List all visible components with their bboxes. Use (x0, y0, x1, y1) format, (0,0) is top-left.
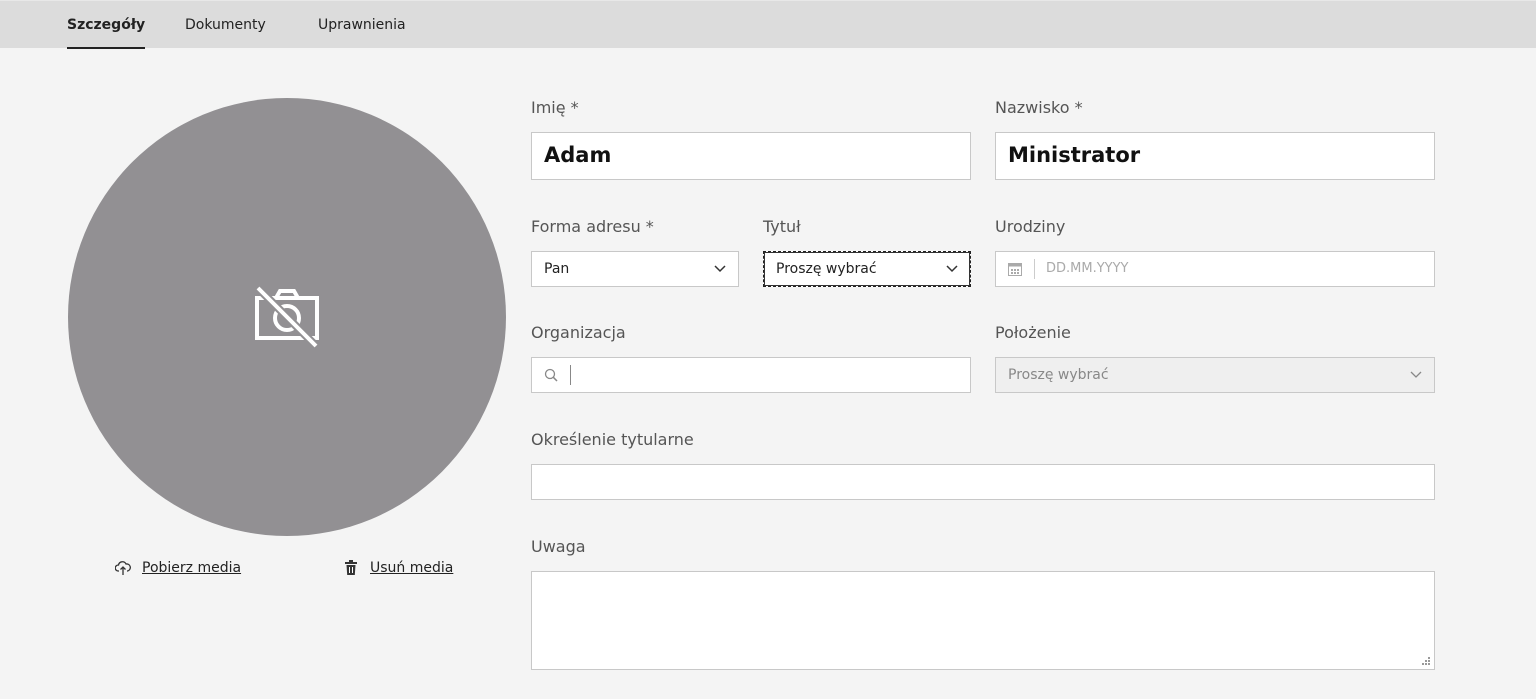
salutation-label: Forma adresu * (531, 217, 654, 236)
cloud-download-icon[interactable] (114, 560, 131, 580)
resize-handle-icon[interactable] (1421, 656, 1431, 666)
first-name-field[interactable]: Adam (531, 132, 971, 180)
position-select[interactable]: Proszę wybrać (995, 357, 1435, 393)
tab-details[interactable]: Szczegóły (67, 1, 146, 49)
tab-permissions[interactable]: Uprawnienia (318, 1, 406, 49)
position-label: Położenie (995, 323, 1071, 342)
birthday-field[interactable]: DD.MM.YYYY (995, 251, 1435, 287)
chevron-down-icon (1410, 371, 1422, 378)
title-select[interactable]: Proszę wybrać (763, 251, 971, 287)
title-designation-label: Określenie tytularne (531, 430, 694, 449)
no-camera-icon (255, 285, 319, 349)
organization-search-field[interactable] (531, 357, 971, 393)
organization-label: Organizacja (531, 323, 626, 342)
text-cursor (570, 365, 571, 385)
title-value: Proszę wybrać (776, 261, 877, 277)
salutation-value: Pan (544, 261, 570, 277)
tab-bar: Szczegóły Dokumenty Uprawnienia (0, 0, 1536, 49)
divider (1034, 259, 1035, 279)
title-designation-field[interactable] (531, 464, 1435, 500)
note-textarea[interactable] (531, 571, 1435, 670)
search-icon (544, 368, 558, 382)
birthday-label: Urodziny (995, 217, 1066, 236)
note-label: Uwaga (531, 537, 586, 556)
trash-icon[interactable] (344, 560, 358, 580)
calendar-icon[interactable] (1008, 262, 1022, 276)
first-name-value: Adam (544, 143, 612, 167)
first-name-label: Imię * (531, 98, 579, 117)
birthday-placeholder: DD.MM.YYYY (1046, 261, 1129, 276)
download-media-link[interactable]: Pobierz media (142, 560, 241, 580)
chevron-down-icon (946, 265, 958, 273)
delete-media-link[interactable]: Usuń media (370, 560, 453, 580)
last-name-value: Ministrator (1008, 143, 1141, 167)
title-label: Tytuł (763, 217, 801, 236)
last-name-field[interactable]: Ministrator (995, 132, 1435, 180)
last-name-label: Nazwisko * (995, 98, 1083, 117)
tab-documents[interactable]: Dokumenty (185, 1, 266, 49)
avatar[interactable] (68, 98, 506, 536)
position-value: Proszę wybrać (1008, 367, 1109, 383)
salutation-select[interactable]: Pan (531, 251, 739, 287)
chevron-down-icon (714, 265, 726, 273)
